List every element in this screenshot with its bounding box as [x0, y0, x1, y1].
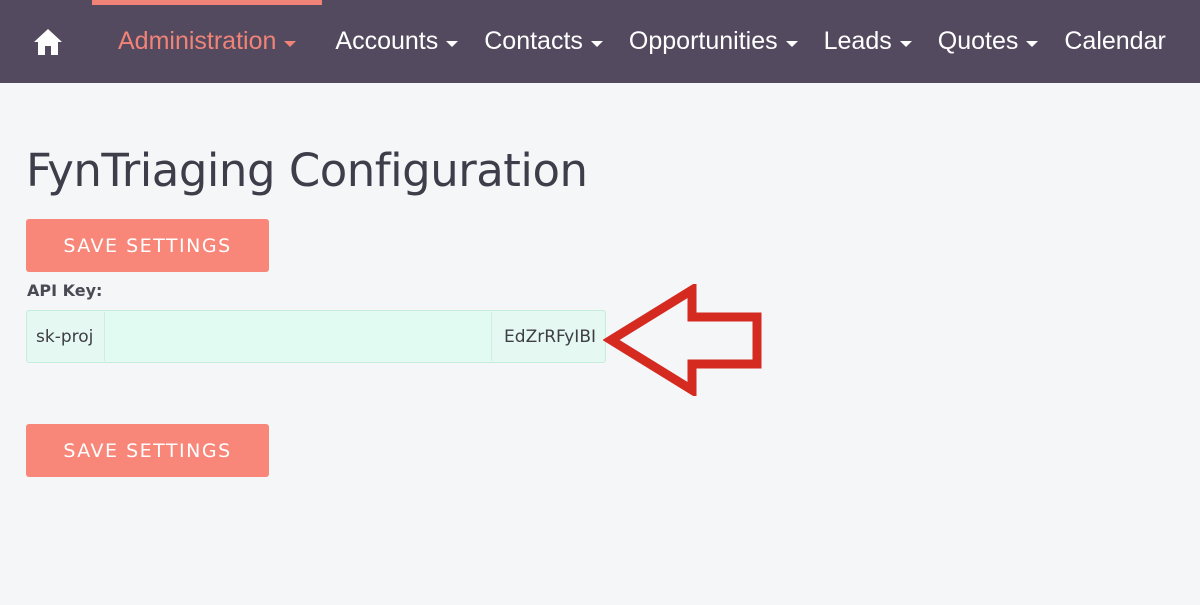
nav-item-label: Administration	[118, 27, 277, 55]
nav-item-label: Opportunities	[628, 27, 778, 55]
home-button[interactable]	[28, 24, 68, 60]
nav-item-accounts[interactable]: Accounts	[322, 0, 471, 83]
chevron-down-icon	[590, 40, 603, 47]
arrow-left-outline-icon	[603, 284, 762, 396]
page-title: FynTriaging Configuration	[26, 144, 588, 197]
chevron-down-icon	[284, 40, 297, 47]
api-key-input[interactable]: sk-proj EdZrRFyIBI	[26, 310, 606, 363]
api-key-suffix: EdZrRFyIBI	[504, 327, 596, 347]
api-key-redaction	[104, 312, 492, 361]
chevron-down-icon	[446, 40, 459, 47]
nav-item-contacts[interactable]: Contacts	[471, 0, 616, 83]
chevron-down-icon	[1026, 40, 1039, 47]
chevron-down-icon	[899, 40, 912, 47]
home-icon	[34, 29, 62, 55]
nav-item-label: Quotes	[937, 27, 1019, 55]
nav-item-label: Contacts	[484, 27, 583, 55]
api-key-prefix: sk-proj	[36, 327, 94, 347]
chevron-down-icon	[785, 40, 798, 47]
save-settings-button-top[interactable]: SAVE SETTINGS	[26, 219, 269, 272]
nav-item-label: Calendar	[1064, 27, 1166, 55]
nav-item-administration[interactable]: Administration	[92, 0, 323, 83]
api-key-label: API Key:	[27, 281, 103, 300]
save-settings-button-bottom[interactable]: SAVE SETTINGS	[26, 424, 269, 477]
nav-item-opportunities[interactable]: Opportunities	[616, 0, 811, 83]
nav-item-label: Accounts	[335, 27, 439, 55]
main-nav: Administration Accounts Contacts Opportu…	[92, 0, 1179, 83]
nav-item-leads[interactable]: Leads	[811, 0, 925, 83]
top-navbar: Administration Accounts Contacts Opportu…	[0, 0, 1200, 83]
nav-item-calendar[interactable]: Calendar	[1051, 0, 1178, 83]
nav-item-label: Leads	[823, 27, 892, 55]
nav-item-quotes[interactable]: Quotes	[925, 0, 1052, 83]
